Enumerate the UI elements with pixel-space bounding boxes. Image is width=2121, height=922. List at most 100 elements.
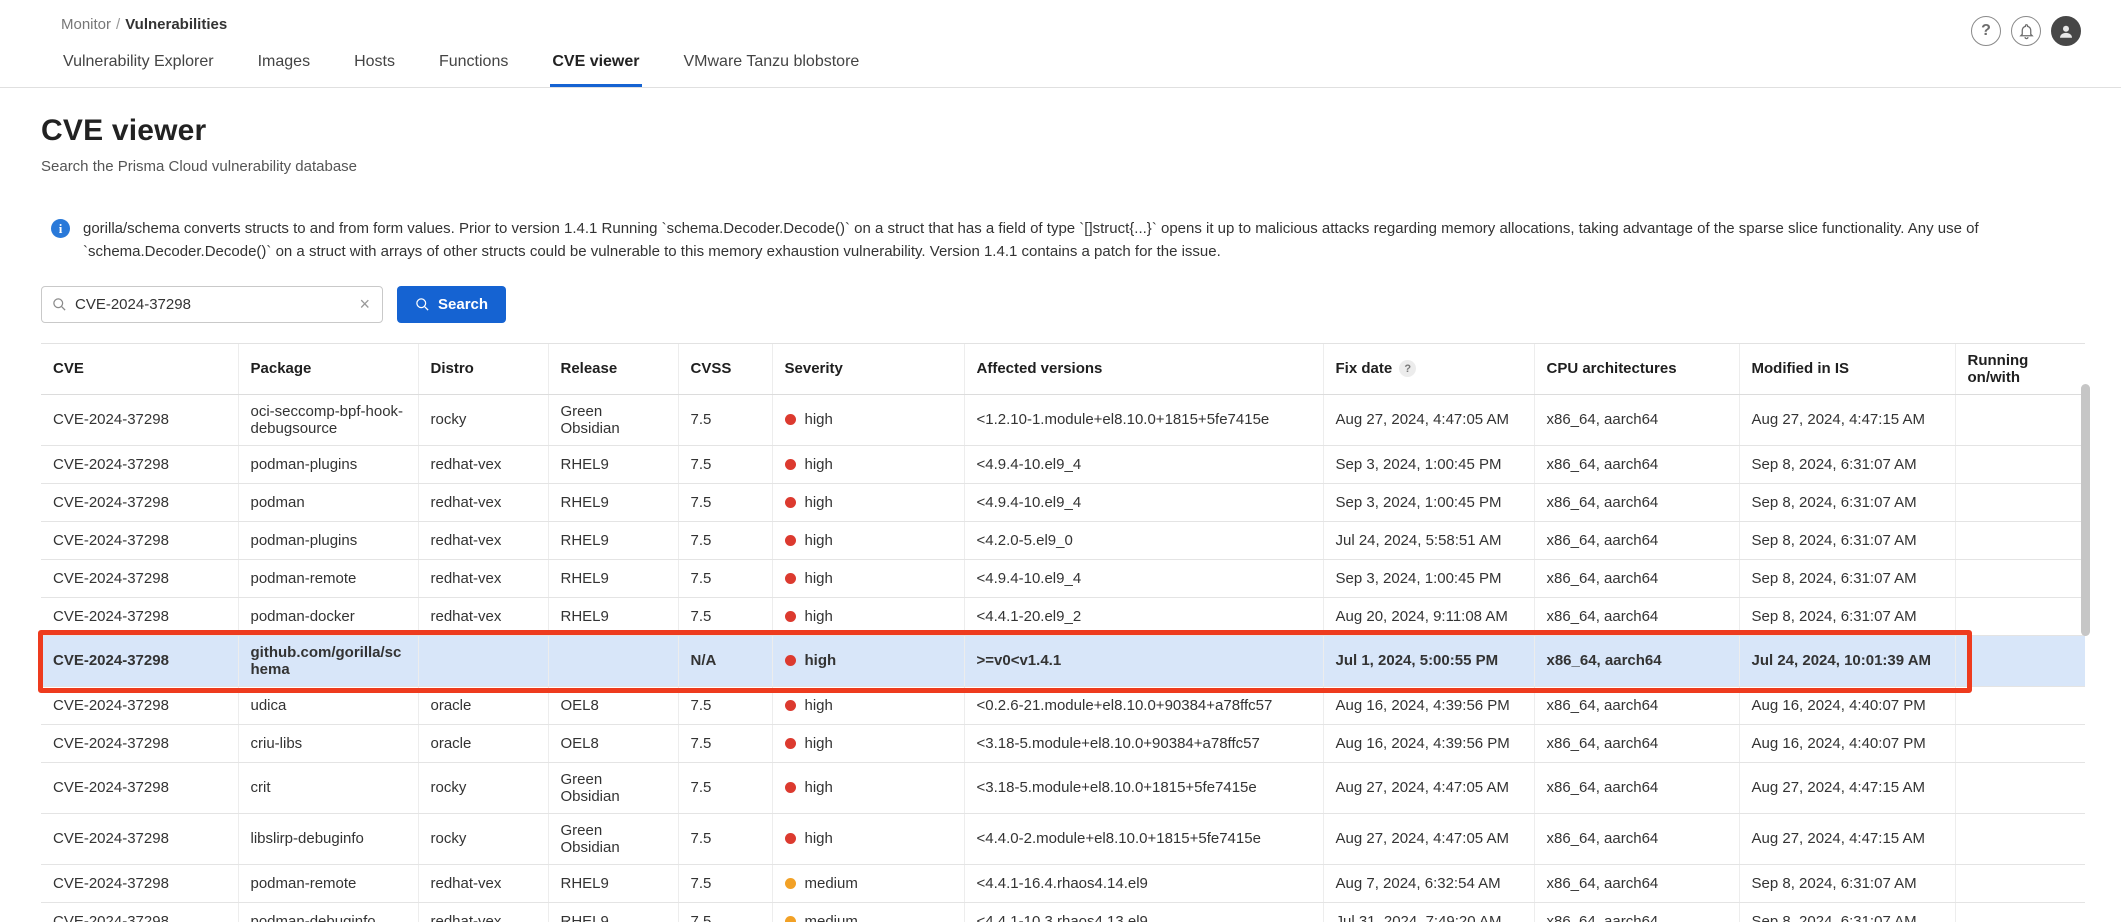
cell-cvss: 7.5 bbox=[678, 762, 772, 813]
table-row[interactable]: CVE-2024-37298podman-debuginforedhat-vex… bbox=[41, 902, 2085, 922]
cell-release: RHEL9 bbox=[548, 521, 678, 559]
tab-vulnerability-explorer[interactable]: Vulnerability Explorer bbox=[61, 47, 216, 87]
cell-release: RHEL9 bbox=[548, 597, 678, 635]
tab-hosts[interactable]: Hosts bbox=[352, 47, 397, 87]
cell-release: OEL8 bbox=[548, 724, 678, 762]
cell-severity: medium bbox=[772, 864, 964, 902]
column-header-distro[interactable]: Distro bbox=[418, 344, 548, 395]
table-row[interactable]: CVE-2024-37298criu-libsoracleOEL87.5high… bbox=[41, 724, 2085, 762]
cell-running-on bbox=[1955, 635, 2085, 686]
cell-cpu-architectures: x86_64, aarch64 bbox=[1534, 813, 1739, 864]
cell-release: Green Obsidian bbox=[548, 762, 678, 813]
cell-affected-versions: <4.4.1-20.el9_2 bbox=[964, 597, 1323, 635]
cell-severity: high bbox=[772, 521, 964, 559]
cell-modified-in-is: Sep 8, 2024, 6:31:07 AM bbox=[1739, 445, 1955, 483]
column-header-modified-in-is[interactable]: Modified in IS bbox=[1739, 344, 1955, 395]
cell-running-on bbox=[1955, 724, 2085, 762]
cell-affected-versions: <4.4.1-16.4.rhaos4.14.el9 bbox=[964, 864, 1323, 902]
cell-modified-in-is: Sep 8, 2024, 6:31:07 AM bbox=[1739, 483, 1955, 521]
avatar[interactable] bbox=[2051, 16, 2081, 46]
severity-dot bbox=[785, 700, 796, 711]
severity-label: high bbox=[805, 456, 833, 473]
tab-functions[interactable]: Functions bbox=[437, 47, 510, 87]
table-row[interactable]: CVE-2024-37298podman-pluginsredhat-vexRH… bbox=[41, 445, 2085, 483]
table-row[interactable]: CVE-2024-37298oci-seccomp-bpf-hook-debug… bbox=[41, 394, 2085, 445]
tab-cve-viewer[interactable]: CVE viewer bbox=[550, 47, 641, 87]
cell-cvss: 7.5 bbox=[678, 597, 772, 635]
severity-label: high bbox=[805, 411, 833, 428]
cell-cvss: 7.5 bbox=[678, 394, 772, 445]
cell-distro: redhat-vex bbox=[418, 597, 548, 635]
tab-bar: Vulnerability Explorer Images Hosts Func… bbox=[0, 33, 2121, 88]
table-row[interactable]: CVE-2024-37298podman-remoteredhat-vexRHE… bbox=[41, 559, 2085, 597]
bell-icon[interactable] bbox=[2011, 16, 2041, 46]
cell-cvss: 7.5 bbox=[678, 445, 772, 483]
cell-cpu-architectures: x86_64, aarch64 bbox=[1534, 635, 1739, 686]
cell-cve: CVE-2024-37298 bbox=[41, 597, 238, 635]
table-row[interactable]: CVE-2024-37298podmanredhat-vexRHEL97.5hi… bbox=[41, 483, 2085, 521]
table-row[interactable]: CVE-2024-37298udicaoracleOEL87.5high<0.2… bbox=[41, 686, 2085, 724]
tab-vmware-tanzu-blobstore[interactable]: VMware Tanzu blobstore bbox=[682, 47, 862, 87]
cell-severity: high bbox=[772, 813, 964, 864]
cell-cvss: 7.5 bbox=[678, 902, 772, 922]
table-row[interactable]: CVE-2024-37298podman-pluginsredhat-vexRH… bbox=[41, 521, 2085, 559]
table-row[interactable]: CVE-2024-37298critrockyGreen Obsidian7.5… bbox=[41, 762, 2085, 813]
cell-affected-versions: <4.9.4-10.el9_4 bbox=[964, 559, 1323, 597]
cell-modified-in-is: Sep 8, 2024, 6:31:07 AM bbox=[1739, 521, 1955, 559]
search-button-icon bbox=[415, 297, 430, 312]
cell-affected-versions: <4.9.4-10.el9_4 bbox=[964, 445, 1323, 483]
tab-images[interactable]: Images bbox=[256, 47, 312, 87]
search-input[interactable] bbox=[75, 296, 349, 313]
cell-cve: CVE-2024-37298 bbox=[41, 762, 238, 813]
severity-label: high bbox=[805, 532, 833, 549]
clear-search-icon[interactable]: × bbox=[357, 295, 372, 313]
column-header-package[interactable]: Package bbox=[238, 344, 418, 395]
main-content: CVE viewer Search the Prisma Cloud vulne… bbox=[0, 88, 2121, 922]
table-row[interactable]: CVE-2024-37298github.com/gorilla/schemaN… bbox=[41, 635, 2085, 686]
severity-dot bbox=[785, 833, 796, 844]
column-header-severity[interactable]: Severity bbox=[772, 344, 964, 395]
column-header-cvss[interactable]: CVSS bbox=[678, 344, 772, 395]
cell-modified-in-is: Aug 16, 2024, 4:40:07 PM bbox=[1739, 686, 1955, 724]
cell-affected-versions: <4.4.1-10.3.rhaos4.13.el9 bbox=[964, 902, 1323, 922]
cell-fix-date: Jul 24, 2024, 5:58:51 AM bbox=[1323, 521, 1534, 559]
column-header-cpu-architectures[interactable]: CPU architectures bbox=[1534, 344, 1739, 395]
cell-fix-date: Aug 16, 2024, 4:39:56 PM bbox=[1323, 686, 1534, 724]
cell-package: podman-plugins bbox=[238, 445, 418, 483]
table-row[interactable]: CVE-2024-37298podman-remoteredhat-vexRHE… bbox=[41, 864, 2085, 902]
cell-cvss: 7.5 bbox=[678, 559, 772, 597]
severity-label: high bbox=[805, 608, 833, 625]
vertical-scrollbar-thumb[interactable] bbox=[2081, 384, 2090, 636]
cell-cve: CVE-2024-37298 bbox=[41, 813, 238, 864]
cve-description-text: gorilla/schema converts structs to and f… bbox=[83, 217, 2085, 264]
severity-label: high bbox=[805, 735, 833, 752]
severity-label: high bbox=[805, 494, 833, 511]
help-icon[interactable]: ? bbox=[1971, 16, 2001, 46]
fix-date-help-icon[interactable]: ? bbox=[1399, 360, 1416, 377]
table-row[interactable]: CVE-2024-37298libslirp-debuginforockyGre… bbox=[41, 813, 2085, 864]
cell-distro: redhat-vex bbox=[418, 445, 548, 483]
column-header-release[interactable]: Release bbox=[548, 344, 678, 395]
cell-fix-date: Sep 3, 2024, 1:00:45 PM bbox=[1323, 559, 1534, 597]
cell-severity: high bbox=[772, 635, 964, 686]
cell-modified-in-is: Aug 27, 2024, 4:47:15 AM bbox=[1739, 394, 1955, 445]
column-header-cve[interactable]: CVE bbox=[41, 344, 238, 395]
cell-running-on bbox=[1955, 521, 2085, 559]
cell-cpu-architectures: x86_64, aarch64 bbox=[1534, 864, 1739, 902]
cell-package: oci-seccomp-bpf-hook-debugsource bbox=[238, 394, 418, 445]
cell-running-on bbox=[1955, 559, 2085, 597]
search-button[interactable]: Search bbox=[397, 286, 506, 323]
severity-dot bbox=[785, 535, 796, 546]
severity-dot bbox=[785, 414, 796, 425]
table-row[interactable]: CVE-2024-37298podman-dockerredhat-vexRHE… bbox=[41, 597, 2085, 635]
column-header-affected-versions[interactable]: Affected versions bbox=[964, 344, 1323, 395]
breadcrumb-monitor[interactable]: Monitor bbox=[61, 16, 111, 33]
cell-package: podman-remote bbox=[238, 559, 418, 597]
column-header-fix-date[interactable]: Fix date? bbox=[1323, 344, 1534, 395]
column-header-running-on-with[interactable]: Running on/with bbox=[1955, 344, 2085, 395]
cell-cpu-architectures: x86_64, aarch64 bbox=[1534, 597, 1739, 635]
cell-affected-versions: <3.18-5.module+el8.10.0+1815+5fe7415e bbox=[964, 762, 1323, 813]
search-button-label: Search bbox=[438, 296, 488, 313]
cell-cpu-architectures: x86_64, aarch64 bbox=[1534, 724, 1739, 762]
cell-cpu-architectures: x86_64, aarch64 bbox=[1534, 559, 1739, 597]
